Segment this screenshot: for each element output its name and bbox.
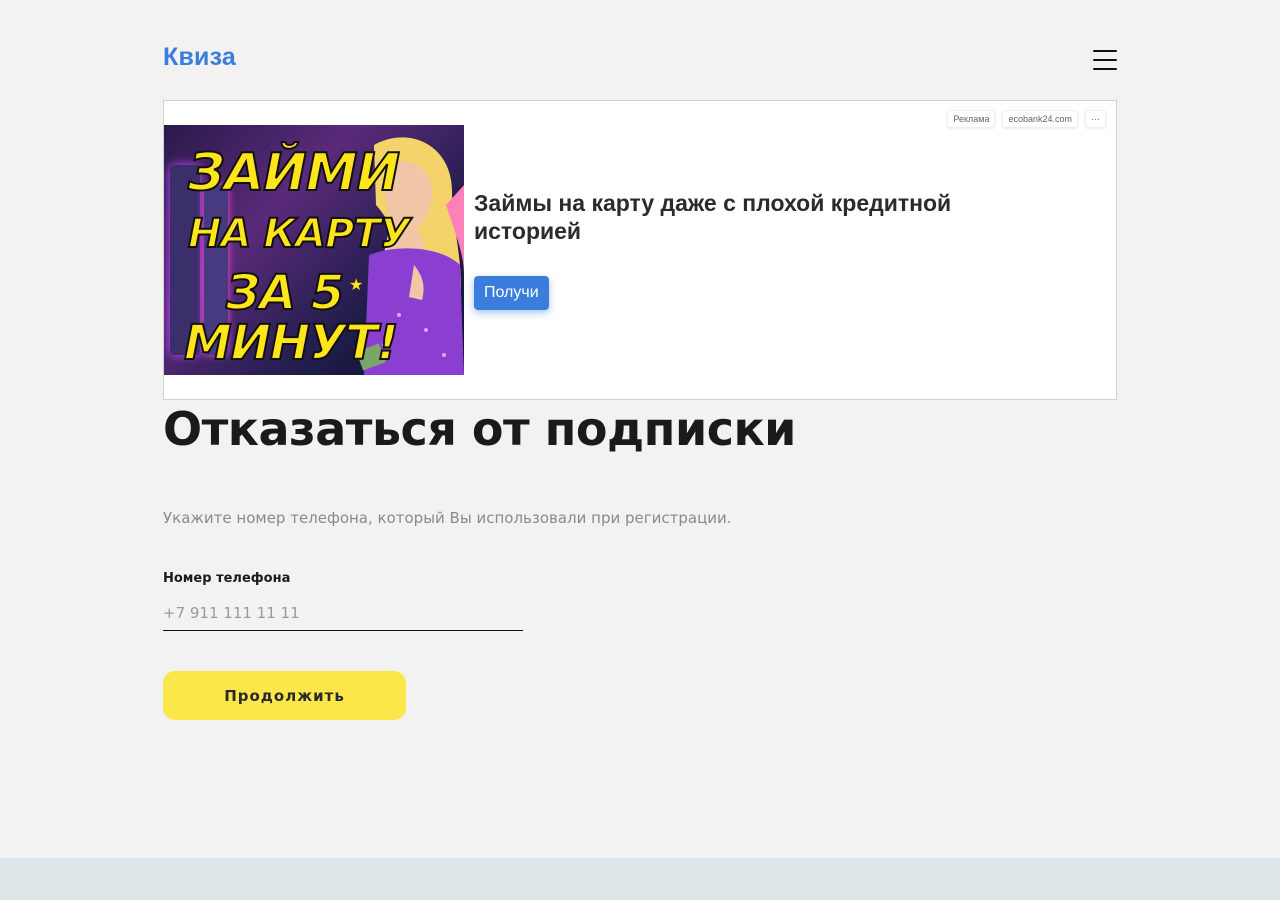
- burger-line: [1093, 59, 1117, 61]
- svg-text:★: ★: [349, 277, 363, 294]
- ad-image-text: ЗАЙМИ: [187, 142, 401, 204]
- continue-button[interactable]: Продолжить: [163, 671, 406, 720]
- phone-input[interactable]: [163, 596, 523, 631]
- instruction-text: Укажите номер телефона, который Вы испол…: [163, 509, 732, 527]
- ad-banner[interactable]: Реклама ecobank24.com ··· ★ ЗАЙМИ НА КАР…: [163, 100, 1117, 400]
- page-title: Отказаться от подписки: [163, 402, 796, 456]
- header: Квиза: [163, 40, 1117, 80]
- ad-image-text: МИНУТ!: [183, 314, 400, 372]
- footer: [0, 858, 1280, 900]
- burger-line: [1093, 50, 1117, 52]
- burger-line: [1093, 68, 1117, 70]
- ad-title[interactable]: Займы на карту даже с плохой кредитной и…: [474, 189, 1034, 245]
- hamburger-menu-icon[interactable]: [1093, 50, 1117, 70]
- ad-cta-button[interactable]: Получи: [474, 276, 549, 310]
- phone-label: Номер телефона: [163, 571, 291, 586]
- ad-image-text: НА КАРТУ: [187, 210, 411, 258]
- ad-meta: Реклама ecobank24.com ···: [947, 110, 1106, 128]
- ad-image-text: ЗА 5: [225, 264, 345, 322]
- ad-more-icon[interactable]: ···: [1085, 110, 1106, 128]
- ad-image[interactable]: ★ ЗАЙМИ НА КАРТУ ЗА 5 МИНУТ!: [164, 125, 464, 375]
- logo[interactable]: Квиза: [163, 43, 236, 72]
- ad-domain[interactable]: ecobank24.com: [1002, 110, 1078, 128]
- ad-label[interactable]: Реклама: [947, 110, 996, 128]
